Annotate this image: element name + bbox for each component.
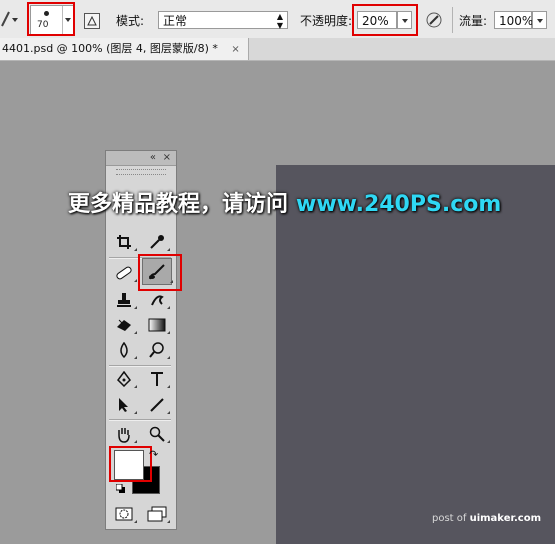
gradient-icon [148,318,166,332]
foreground-swatch-highlight [109,446,152,482]
airbrush-icon [426,12,442,28]
eyedropper-icon [150,235,164,249]
credit-site: uimaker.com [469,513,541,524]
line-icon [150,398,164,412]
line-tool[interactable] [146,395,170,415]
blur-tool[interactable] [113,340,137,360]
type-icon [151,372,163,386]
history-brush-icon [151,295,164,306]
panel-grip[interactable] [116,169,166,175]
document-canvas[interactable] [276,165,555,544]
clone-stamp-tool[interactable] [113,290,137,310]
source-credit: post of uimaker.com [432,513,541,524]
dodge-icon [149,342,164,358]
healing-brush-tool[interactable] [113,263,137,283]
crop-icon [117,235,131,249]
bandage-icon [116,266,132,280]
separator [452,7,453,33]
quick-mask-icon [115,507,133,521]
collapse-icon[interactable]: « [150,151,156,165]
pen-icon [117,371,131,387]
flow-dropdown[interactable] [532,11,547,29]
default-colors-icon[interactable] [116,484,126,494]
zoom-tool[interactable] [146,424,170,444]
watermark-text: 更多精品教程，请访问 www.240PS.com [68,186,501,218]
blur-icon [120,342,128,358]
brush-size-highlight [27,2,75,36]
document-tab-title: 4401.psd @ 100% (图层 4, 图层蒙版/8) * [2,42,218,55]
close-icon[interactable]: × [231,39,239,61]
eraser-tool[interactable] [113,315,137,335]
flow-input[interactable]: 100% [494,11,534,29]
path-selection-tool[interactable] [113,395,137,415]
arrow-cursor-icon [119,398,128,412]
opacity-label: 不透明度: [300,14,353,28]
mode-value: 正常 [163,14,188,28]
quick-mask-button[interactable] [113,504,137,524]
credit-prefix: post of [432,513,470,524]
screen-mode-icon [147,506,167,522]
stamp-icon [117,293,131,307]
tools-panel-header[interactable]: « × [106,151,176,166]
document-tab-bar: 4401.psd @ 100% (图层 4, 图层蒙版/8) * × [0,38,555,61]
hand-icon [118,428,130,443]
crop-tool[interactable] [113,232,137,252]
history-brush-tool[interactable] [146,290,170,310]
type-tool[interactable] [146,369,170,389]
screen-mode-button[interactable] [146,504,170,524]
brush-panel-toggle-icon[interactable] [84,13,100,29]
mode-label: 模式: [116,14,145,28]
gradient-tool[interactable] [146,315,170,335]
pen-tool[interactable] [113,369,137,389]
eraser-icon [117,319,131,331]
dodge-tool[interactable] [146,340,170,360]
tool-preset-picker[interactable] [0,8,22,30]
flow-label: 流量: [459,14,488,28]
close-icon[interactable]: × [163,151,171,165]
watermark-caption: 更多精品教程，请访问 [68,192,289,217]
brush-tool-highlight [138,254,182,291]
options-bar: 70 模式: 正常 ▲ ▼ 不透明度: 20% 流量: 100% [0,0,555,39]
flow-value: 100% [499,14,534,28]
watermark-url: www.240PS.com [296,192,502,217]
airbrush-toggle[interactable] [424,10,444,30]
tool-separator [109,365,171,367]
tool-separator [109,419,171,421]
brush-preset-icon [1,11,10,27]
opacity-highlight [352,4,418,36]
swap-colors-icon[interactable]: ↷ [149,448,158,461]
select-arrows-icon: ▲ ▼ [276,12,283,30]
hand-tool[interactable] [113,424,137,444]
zoom-icon [149,426,165,442]
eyedropper-tool[interactable] [146,232,170,252]
mode-select[interactable]: 正常 ▲ ▼ [158,11,288,30]
document-tab[interactable]: 4401.psd @ 100% (图层 4, 图层蒙版/8) * × [0,38,249,60]
